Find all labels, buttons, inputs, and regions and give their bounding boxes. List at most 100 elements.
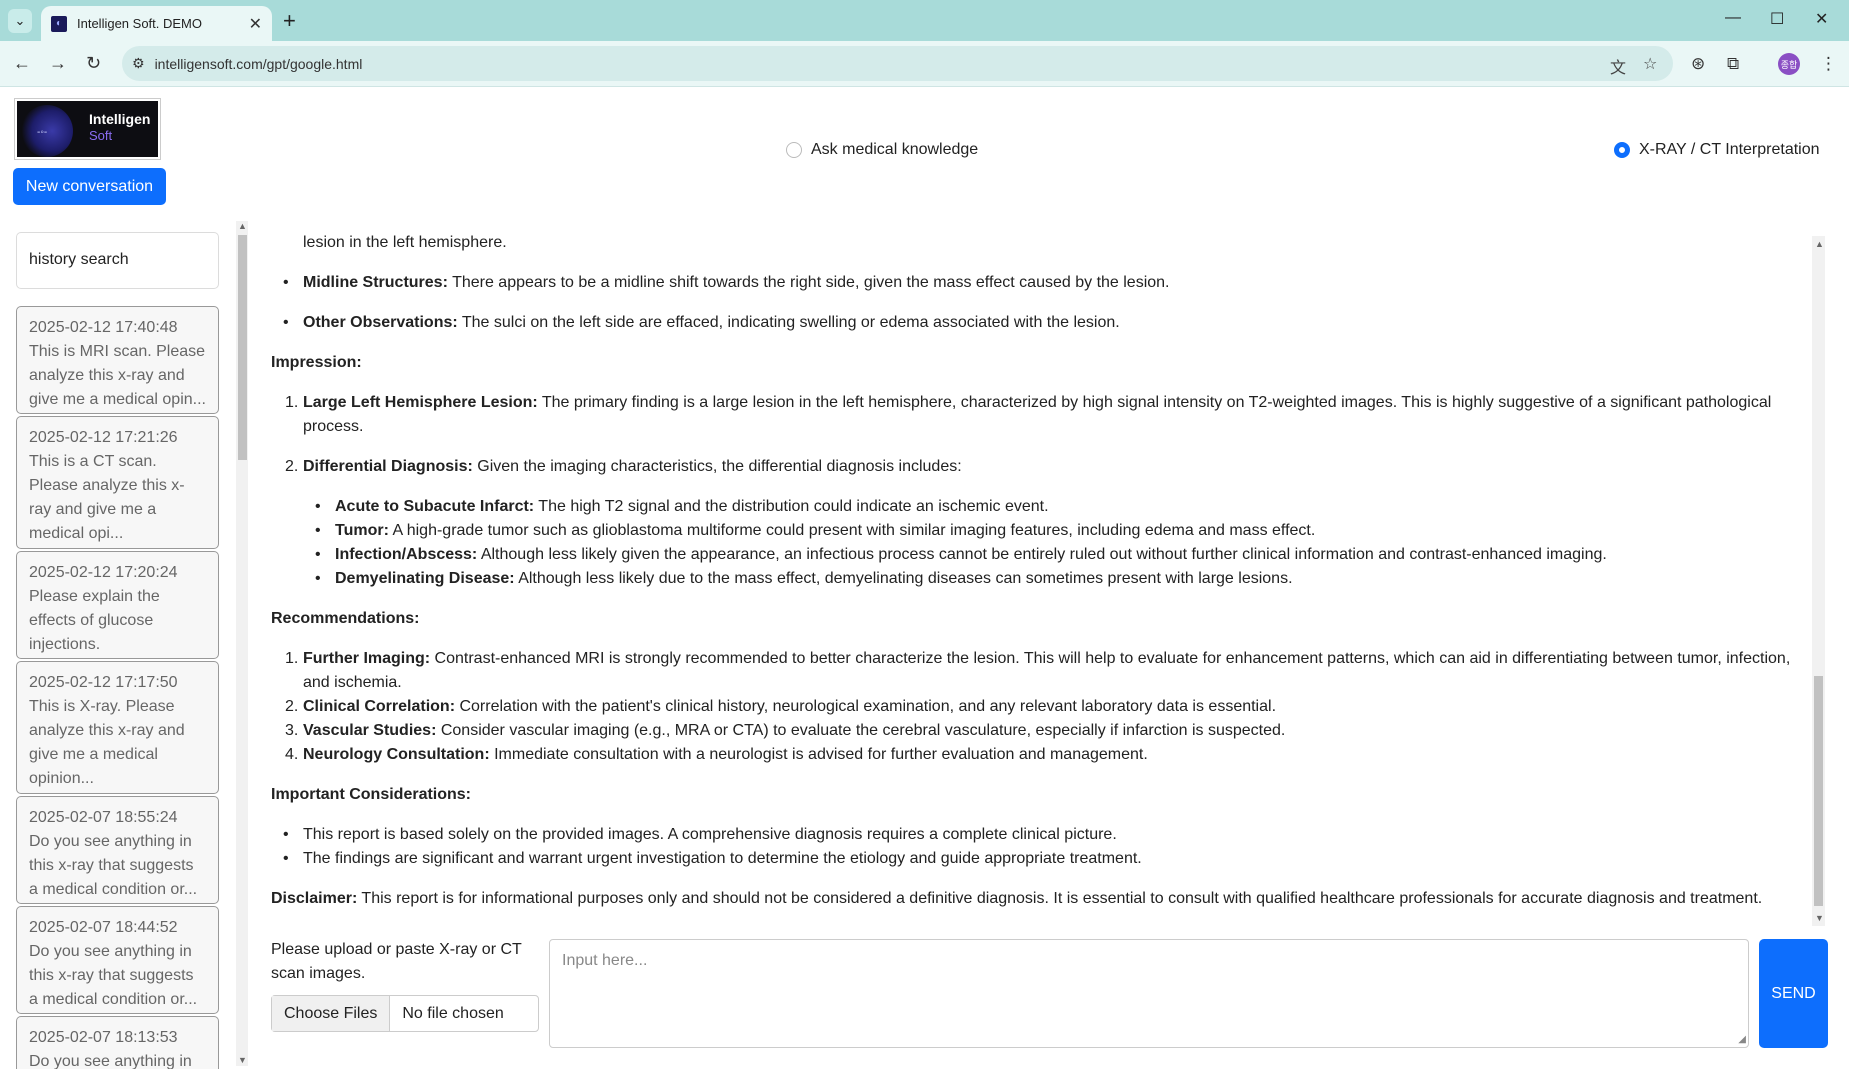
impression-2-text: Given the imaging characteristics, the d… [472,458,962,475]
list-number: 4. [285,746,299,763]
logo: -◦- Intelligen Soft [14,98,161,160]
midline-label: Midline Structures: [303,274,448,291]
history-item[interactable]: 2025-02-07 18:55:24 Do you see anything … [16,796,219,904]
logo-text: Intelligen [89,111,151,127]
list-number: 3. [285,722,299,739]
history-date: 2025-02-12 17:40:48 [29,319,178,336]
tab-title: Intelligen Soft. DEMO [77,16,202,31]
resize-handle-icon[interactable]: ◢ [1738,1034,1746,1045]
impression-heading: Impression: [271,354,362,371]
new-conversation-button[interactable]: New conversation [13,168,166,205]
history-item[interactable]: 2025-02-12 17:40:48 This is MRI scan. Pl… [16,306,219,414]
chat-scroll-thumb[interactable] [1814,676,1823,906]
history-text: analyze this x-ray and [29,367,185,384]
maximize-icon[interactable]: ☐ [1770,9,1784,29]
rec-item-1: Further Imaging: Contrast-enhanced MRI i… [303,647,1803,671]
history-item[interactable]: 2025-02-12 17:20:24 Please explain the e… [16,551,219,659]
menu-icon[interactable]: ⋮ [1820,54,1837,74]
bullet: • [315,498,321,515]
mode-xray-option[interactable]: X-RAY / CT Interpretation [1614,141,1820,159]
chat-scrollbar[interactable] [1812,236,1825,926]
history-text: opinion... [29,770,94,787]
site-info-icon[interactable]: ⚙ [132,55,145,72]
address-bar[interactable]: ⚙ intelligensoft.com/gpt/google.html 文 ☆ [122,46,1673,81]
send-button[interactable]: SEND [1759,939,1828,1048]
history-item[interactable]: 2025-02-07 18:44:52 Do you see anything … [16,906,219,1014]
profile-avatar[interactable]: 종합 [1778,53,1800,75]
logo-mark-icon: -◦- [37,127,48,138]
history-text: give me a medical opin... [29,391,206,408]
star-icon[interactable]: ☆ [1643,54,1657,74]
history-text: medical opi... [29,525,124,542]
bullet: • [283,314,289,331]
close-icon[interactable]: ✕ [249,14,262,34]
choose-files-button[interactable]: Choose Files [272,996,391,1031]
puzzle-icon[interactable]: ⧉ [1727,54,1739,74]
bullet: • [315,570,321,587]
mode-ask-option[interactable]: Ask medical knowledge [786,141,978,159]
history-text: a medical condition or... [29,991,198,1008]
history-text: analyze this x-ray and [29,722,185,739]
new-tab-icon[interactable]: + [283,8,296,34]
considerations-heading: Important Considerations: [271,786,472,803]
history-date: 2025-02-07 18:13:53 [29,1029,178,1046]
sidebar-scrollbar[interactable] [236,221,248,1066]
sidebar-scroll-thumb[interactable] [238,235,247,460]
rec-2-label: Clinical Correlation: [303,698,456,715]
rec-1-text: Contrast-enhanced MRI is strongly recomm… [430,650,1791,667]
file-input[interactable]: Choose Files No file chosen [271,995,539,1032]
diff-item: Acute to Subacute Infarct: The high T2 s… [335,495,1049,519]
scroll-down-icon[interactable]: ▼ [238,1055,247,1065]
scroll-down-icon[interactable]: ▼ [1815,913,1824,923]
extension-icon[interactable]: ⊛ [1691,54,1705,74]
reload-icon[interactable]: ↻ [86,53,101,74]
radio-xray[interactable] [1614,142,1630,158]
mode-xray-label: X-RAY / CT Interpretation [1639,141,1820,158]
rec-3-text: Consider vascular imaging (e.g., MRA or … [436,722,1286,739]
diff-item: Tumor: A high-grade tumor such as gliobl… [335,519,1315,543]
consideration-item: This report is based solely on the provi… [303,826,1117,843]
bullet: • [283,274,289,291]
forward-icon[interactable]: → [49,53,67,74]
history-text: Do you see anything in [29,1053,192,1069]
history-item[interactable]: 2025-02-12 17:21:26 This is a CT scan. P… [16,416,219,549]
radio-ask[interactable] [786,142,802,158]
history-item[interactable]: 2025-02-12 17:17:50 This is X-ray. Pleas… [16,661,219,794]
diff-label: Infection/Abscess: [335,546,478,563]
back-icon[interactable]: ← [13,53,31,74]
history-search-input[interactable]: history search [16,232,219,289]
history-text: This is a CT scan. [29,453,157,470]
logo-subtext: Soft [89,128,113,143]
message-input[interactable]: Input here... ◢ [549,939,1749,1048]
url-text[interactable]: intelligensoft.com/gpt/google.html [155,56,363,72]
rec-2-text: Correlation with the patient's clinical … [455,698,1277,715]
tab-list-icon[interactable]: ⌄ [8,9,32,33]
close-window-icon[interactable]: ✕ [1815,9,1828,29]
recommendations-heading: Recommendations: [271,610,420,627]
file-status: No file chosen [402,1004,504,1022]
translate-icon[interactable]: 文 [1610,54,1626,78]
history-date: 2025-02-12 17:17:50 [29,674,178,691]
history-text: effects of glucose [29,612,154,629]
bullet: • [315,522,321,539]
bullet: • [283,850,289,867]
history-date: 2025-02-12 17:21:26 [29,429,178,446]
bullet: • [315,546,321,563]
rec-1-label: Further Imaging: [303,650,431,667]
diff-label: Tumor: [335,522,389,539]
history-text: this x-ray that suggests [29,857,194,874]
diff-item: Demyelinating Disease: Although less lik… [335,567,1293,591]
browser-tab[interactable]: ◐ Intelligen Soft. DEMO ✕ [41,6,272,41]
impression-item-1: Large Left Hemisphere Lesion: The primar… [303,391,1803,415]
history-date: 2025-02-07 18:55:24 [29,809,178,826]
other-item: Other Observations: The sulci on the lef… [303,311,1120,335]
minimize-icon[interactable]: — [1725,9,1741,27]
history-item[interactable]: 2025-02-07 18:13:53 Do you see anything … [16,1016,219,1069]
diff-text: The high T2 signal and the distribution … [534,498,1049,515]
scroll-up-icon[interactable]: ▲ [1815,239,1824,249]
history-text: give me a medical [29,746,158,763]
history-text: ray and give me a [29,501,157,518]
history-text: Do you see anything in [29,943,192,960]
scroll-up-icon[interactable]: ▲ [238,221,247,231]
history-text: a medical condition or... [29,881,198,898]
